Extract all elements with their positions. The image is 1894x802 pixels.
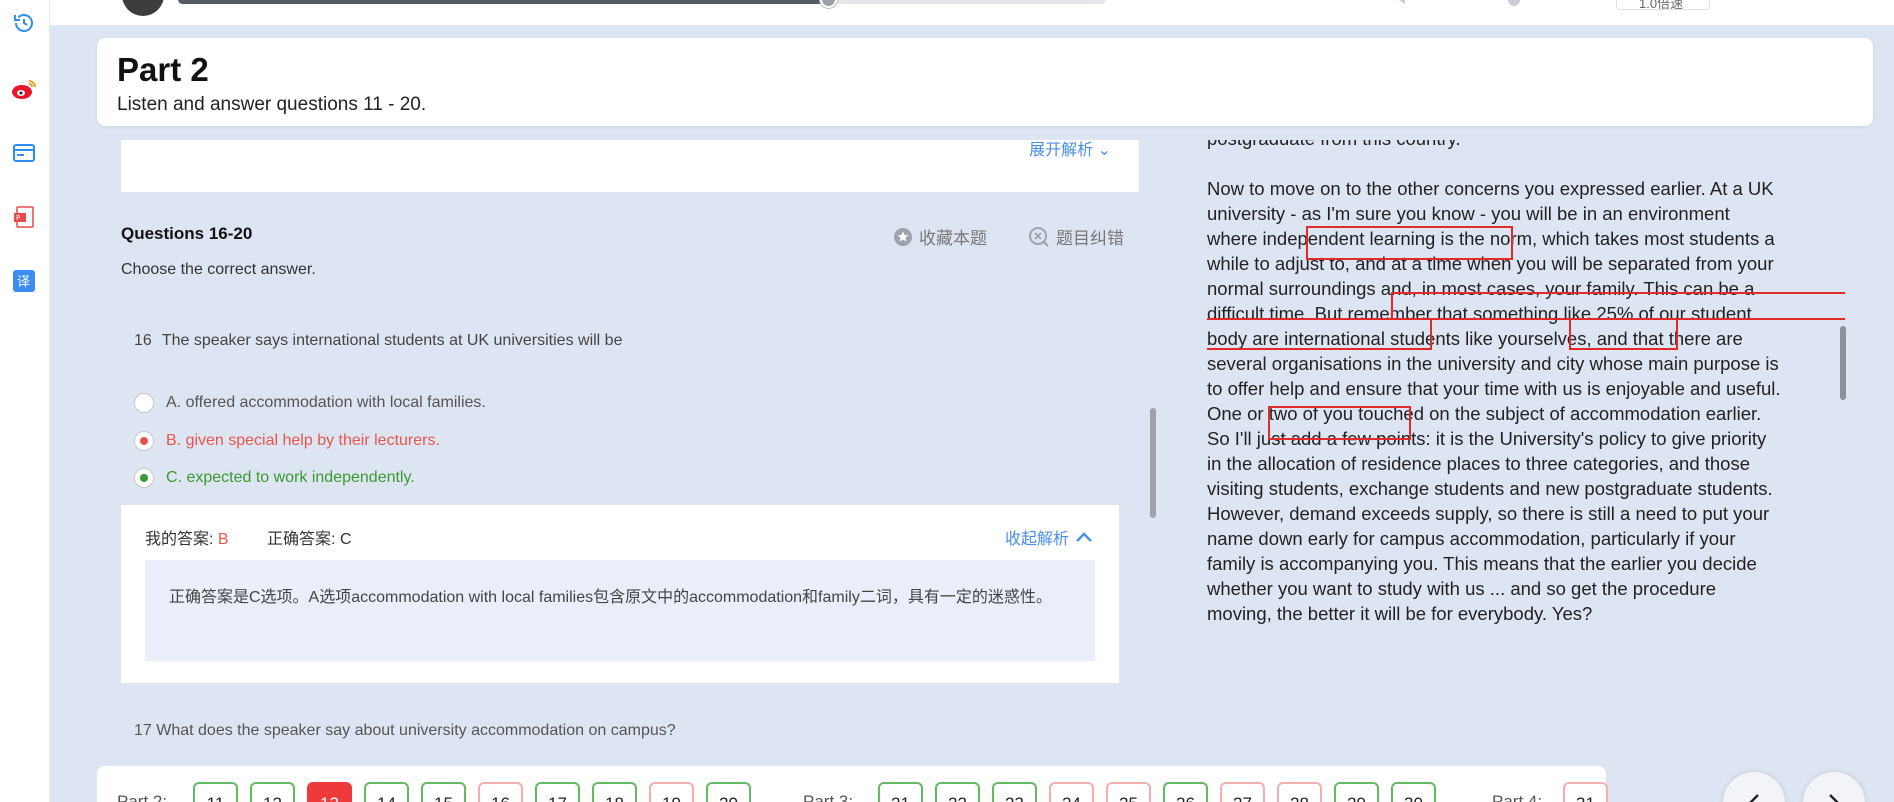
- option-a-radio[interactable]: [134, 393, 154, 413]
- previous-question-card: 展开解析 ⌄: [121, 140, 1139, 192]
- question-group-heading: Questions 16-20: [121, 224, 253, 243]
- report-error-button[interactable]: 题目纠错: [1028, 224, 1124, 249]
- option-b[interactable]: B. given special help by their lecturers…: [134, 431, 440, 451]
- question-nav-22[interactable]: 22: [935, 782, 980, 802]
- transcript-highlight: [1207, 318, 1432, 350]
- chevron-right-icon: [1829, 794, 1839, 802]
- next-question-text: 17 What does the speaker say about unive…: [134, 722, 676, 739]
- chevron-left-icon: [1749, 794, 1759, 802]
- part-header: Part 2 Listen and answer questions 11 - …: [97, 38, 1873, 126]
- option-a[interactable]: A. offered accommodation with local fami…: [134, 393, 486, 413]
- next-arrow-button[interactable]: [1803, 772, 1865, 802]
- question-nav-30[interactable]: 30: [1391, 782, 1436, 802]
- question-nav-28[interactable]: 28: [1277, 782, 1322, 802]
- transcript-line: moving, the better it will be for everyb…: [1207, 603, 1593, 624]
- transcript-line: to offer help and ensure that your time …: [1207, 378, 1781, 399]
- question-nav-20[interactable]: 20: [706, 782, 751, 802]
- play-button[interactable]: [122, 0, 164, 16]
- question-nav-18[interactable]: 18: [592, 782, 637, 802]
- question-nav-27[interactable]: 27: [1220, 782, 1265, 802]
- answer-summary: 我的答案: B 正确答案: C: [145, 531, 352, 548]
- left-sidebar: P 译: [0, 0, 50, 802]
- pdf-icon[interactable]: P: [11, 204, 37, 230]
- audio-progress-track[interactable]: [178, 0, 1106, 8]
- weibo-icon[interactable]: [11, 76, 37, 102]
- history-icon[interactable]: [11, 10, 37, 36]
- volume-icon[interactable]: [1395, 0, 1417, 9]
- star-icon: [894, 227, 912, 246]
- chevron-up-icon: [1076, 532, 1092, 542]
- transcript-line: university - as I'm sure you know - you …: [1207, 203, 1730, 224]
- question-group-instruction: Choose the correct answer.: [121, 261, 316, 278]
- right-scrollbar[interactable]: [1840, 326, 1846, 400]
- transcript-panel: postgraduate from this country. Now to m…: [1207, 140, 1845, 754]
- transcript-line: several organisations in the university …: [1207, 353, 1779, 374]
- question-nav-21[interactable]: 21: [878, 782, 923, 802]
- option-c-radio[interactable]: [134, 468, 154, 488]
- left-scrollbar[interactable]: [1150, 408, 1156, 518]
- translate-icon[interactable]: 译: [11, 268, 37, 294]
- transcript-highlight: [1268, 406, 1411, 440]
- collapse-analysis-button[interactable]: 收起解析: [1005, 525, 1093, 549]
- prev-arrow-button[interactable]: [1723, 772, 1785, 802]
- question-nav-17[interactable]: 17: [535, 782, 580, 802]
- transcript-highlight: [1306, 226, 1513, 260]
- part3-nav-label: Part 3:: [803, 792, 854, 802]
- audio-progress-knob[interactable]: [819, 0, 837, 8]
- transcript-line: visiting students, exchange students and…: [1207, 478, 1773, 499]
- question-nav-29[interactable]: 29: [1334, 782, 1379, 802]
- question-nav-26[interactable]: 26: [1163, 782, 1208, 802]
- question-nav-31[interactable]: 31: [1563, 782, 1608, 802]
- audio-progress-fill: [178, 0, 828, 4]
- part-instruction: Listen and answer questions 11 - 20.: [117, 94, 427, 116]
- question-text: 16 The speaker says international student…: [134, 332, 623, 349]
- question-nav-16[interactable]: 16: [478, 782, 523, 802]
- favorite-button[interactable]: 收藏本题: [893, 224, 987, 249]
- main-content: 展开解析 ⌄ Questions 16-20 Choose the correc…: [97, 140, 1873, 754]
- option-c[interactable]: C. expected to work independently.: [134, 468, 415, 488]
- speed-select[interactable]: 1.0倍速: [1616, 0, 1710, 10]
- analysis-panel: 我的答案: B 正确答案: C 收起解析 正确答案是C选项。A选项accommo…: [121, 505, 1119, 683]
- transcript-line: whether you want to study with us ... an…: [1207, 578, 1717, 599]
- analysis-explanation: 正确答案是C选项。A选项accommodation with local fam…: [145, 560, 1095, 661]
- part2-nav-label: Part 2:: [117, 792, 168, 802]
- transcript-line: However, demand exceeds supply, so there…: [1207, 503, 1770, 524]
- part-title: Part 2: [117, 51, 209, 88]
- transcript-line: in the allocation of residence places to…: [1207, 453, 1751, 474]
- question-nav-14[interactable]: 14: [364, 782, 409, 802]
- question-nav-19[interactable]: 19: [649, 782, 694, 802]
- question-nav-13[interactable]: 13: [307, 782, 352, 802]
- svg-text:译: 译: [17, 275, 30, 290]
- svg-text:P: P: [16, 214, 20, 222]
- transcript-line: family is accompanying you. This means t…: [1207, 553, 1757, 574]
- transcript-line: postgraduate from this country.: [1207, 140, 1461, 150]
- transcript-highlight: [1569, 318, 1678, 350]
- transcript-line: Now to move on to the other concerns you…: [1207, 178, 1774, 199]
- transcript-line: name down early for campus accommodation…: [1207, 528, 1736, 549]
- search-icon: [1029, 226, 1049, 247]
- question-nav-25[interactable]: 25: [1106, 782, 1151, 802]
- question-nav-24[interactable]: 24: [1049, 782, 1094, 802]
- question-nav-15[interactable]: 15: [421, 782, 466, 802]
- question-navigator: Part 2: Part 3: Part 4: 11 12 13 14 15 16 17 18…: [97, 766, 1608, 802]
- question-nav-12[interactable]: 12: [250, 782, 295, 802]
- transcript-highlight: [1391, 292, 1845, 320]
- audio-player-bar: 1.0倍速: [50, 0, 1894, 26]
- card-icon[interactable]: [11, 140, 37, 166]
- expand-analysis-button[interactable]: 展开解析 ⌄: [1029, 140, 1111, 160]
- part4-nav-label: Part 4:: [1492, 792, 1543, 802]
- volume-slider-knob[interactable]: [1508, 0, 1520, 6]
- question-nav-11[interactable]: 11: [193, 782, 238, 802]
- option-b-radio[interactable]: [134, 431, 154, 451]
- question-nav-23[interactable]: 23: [992, 782, 1037, 802]
